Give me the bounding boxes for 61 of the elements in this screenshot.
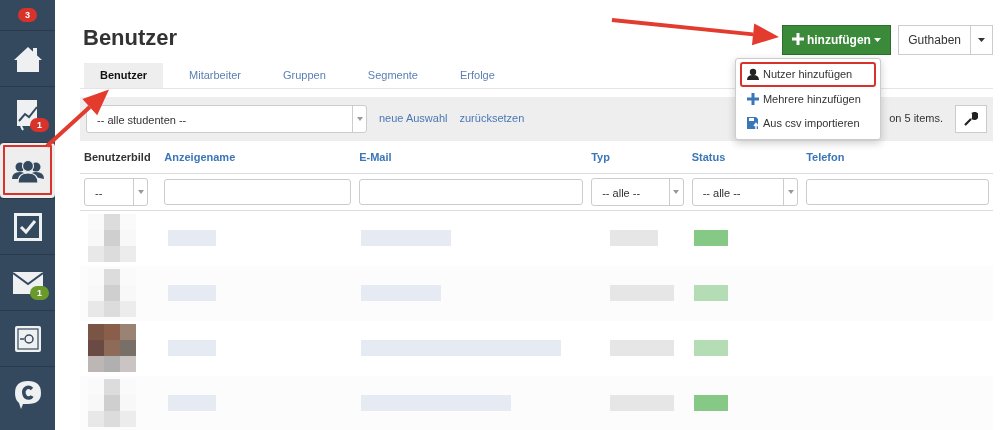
blurred-text bbox=[694, 285, 728, 301]
menu-item[interactable]: Aus csv importieren bbox=[739, 111, 876, 136]
blurred-text bbox=[610, 230, 658, 247]
notification-badge: 1 bbox=[30, 118, 49, 132]
tab[interactable]: Erfolge bbox=[444, 63, 511, 88]
tab[interactable]: Segmente bbox=[351, 63, 434, 88]
tab[interactable]: Benutzer bbox=[84, 63, 164, 88]
item-count: on 5 items. bbox=[889, 111, 943, 127]
notification-badge: 3 bbox=[18, 8, 37, 22]
caret-icon bbox=[787, 190, 794, 194]
caret-icon bbox=[978, 38, 985, 42]
tab[interactable]: Mitarbeiter bbox=[173, 63, 258, 88]
home-icon bbox=[12, 44, 43, 73]
plus-icon bbox=[746, 92, 759, 105]
person-icon bbox=[746, 68, 759, 81]
filter-select[interactable]: -- alle -- bbox=[591, 178, 684, 206]
chat-icon bbox=[13, 379, 42, 410]
column-header[interactable]: Telefon bbox=[806, 150, 845, 163]
caret-icon bbox=[874, 38, 882, 42]
credit-button[interactable]: Guthaben bbox=[898, 25, 971, 55]
filter-select[interactable]: -- alle -- bbox=[691, 178, 799, 206]
chart-icon bbox=[15, 98, 40, 131]
menu-item[interactable]: Mehrere hinzufügen bbox=[739, 86, 876, 111]
filter-field[interactable] bbox=[359, 179, 584, 205]
caret-icon bbox=[356, 116, 363, 121]
blurred-text bbox=[694, 340, 728, 356]
save-icon bbox=[746, 117, 759, 130]
nav-item[interactable]: 1 bbox=[0, 254, 55, 310]
column-header[interactable]: Anzeigename bbox=[164, 150, 236, 163]
nav-item[interactable]: 1 bbox=[0, 86, 55, 142]
menu-item[interactable]: Nutzer hinzufügen bbox=[739, 62, 876, 87]
nav-item[interactable] bbox=[0, 142, 55, 198]
blurred-text bbox=[168, 340, 216, 356]
add-button[interactable]: hinzufügen bbox=[781, 25, 892, 55]
mail-icon bbox=[12, 271, 43, 294]
caret-icon bbox=[137, 190, 144, 194]
wrench-icon bbox=[964, 111, 978, 126]
tab[interactable]: Gruppen bbox=[267, 63, 342, 88]
blurred-text bbox=[610, 340, 674, 356]
caret-icon bbox=[673, 190, 680, 194]
toolbar-link[interactable]: zurücksetzen bbox=[459, 110, 525, 127]
toolbar-link[interactable]: neue Auswahl bbox=[379, 110, 448, 127]
settings-button[interactable] bbox=[955, 104, 987, 133]
column-header: Benutzerbild bbox=[84, 150, 151, 163]
safe-icon bbox=[13, 324, 42, 353]
plus-icon bbox=[791, 33, 804, 45]
filter-select[interactable]: -- bbox=[84, 178, 148, 206]
blurred-text bbox=[694, 395, 728, 411]
page-title: Benutzer bbox=[83, 24, 178, 52]
blurred-text bbox=[694, 230, 728, 247]
dropdown-toggle-button[interactable] bbox=[971, 25, 993, 55]
student-select[interactable]: -- alle studenten -- bbox=[86, 104, 367, 133]
notification-badge: 1 bbox=[30, 286, 49, 300]
column-header[interactable]: Typ bbox=[591, 150, 610, 163]
checkbox-icon bbox=[13, 212, 42, 241]
users-icon bbox=[11, 158, 44, 183]
filter-field[interactable] bbox=[164, 179, 352, 205]
column-header[interactable]: Status bbox=[691, 150, 726, 163]
filter-field[interactable] bbox=[806, 179, 989, 205]
blurred-text bbox=[168, 230, 216, 247]
column-header[interactable]: E-Mail bbox=[359, 150, 392, 163]
